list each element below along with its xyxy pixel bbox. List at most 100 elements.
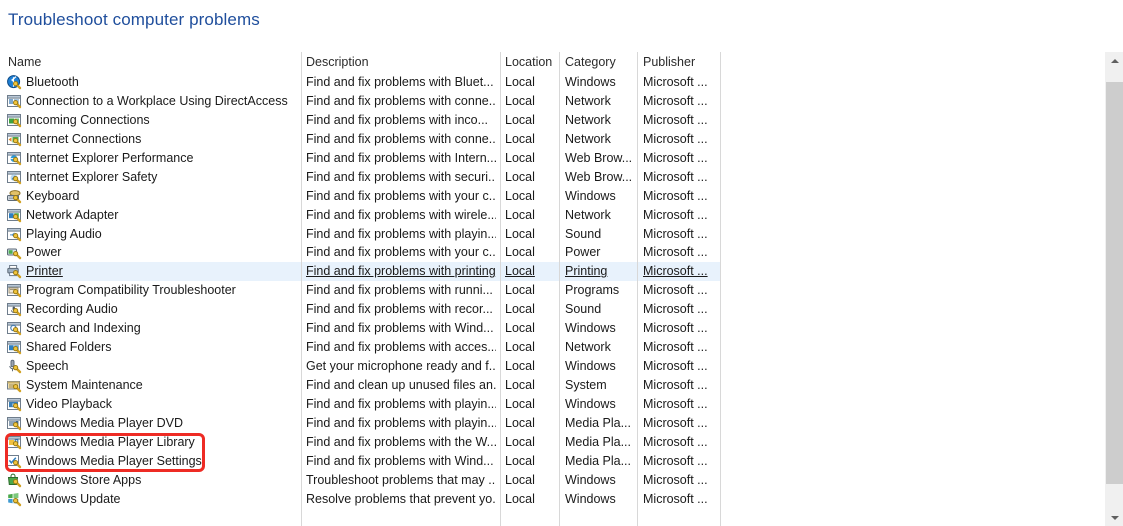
column-header-category[interactable]: Category (565, 55, 616, 69)
cell-publisher: Microsoft ... (643, 264, 708, 279)
table-row[interactable]: Program Compatibility Troubleshooter Find… (0, 281, 721, 300)
cell-description: Find and fix problems with Bluet... (306, 75, 494, 89)
table-row[interactable]: Windows Update Resolve problems that prev… (0, 490, 721, 509)
wmp-library-icon (7, 435, 22, 450)
cell-description: Troubleshoot problems that may ... (306, 472, 496, 487)
page-title: Troubleshoot computer problems (8, 10, 260, 29)
cell-category: Windows (565, 321, 616, 336)
cell-location: Local (505, 302, 535, 317)
cell-name: Speech (26, 359, 69, 374)
table-row[interactable]: Speech Get your microphone ready and f...… (0, 357, 721, 376)
column-header-location[interactable]: Location (505, 55, 552, 69)
cell-location: Local (505, 415, 535, 430)
cell-description: Resolve problems that prevent yo... (306, 491, 496, 506)
troubleshooters-table: Name Description Location Category Publisher… (0, 52, 721, 526)
table-row[interactable]: Video Playback Find and fix problems with… (0, 395, 721, 414)
table-row[interactable]: Internet Explorer Safety Find and fix pro… (0, 168, 721, 187)
cell-name: Internet Explorer Safety (26, 169, 158, 184)
cell-publisher: Microsoft ... (643, 188, 708, 203)
table-body: Bluetooth Find and fix problems with Blue… (0, 73, 721, 526)
cell-category: Windows (565, 359, 616, 374)
table-row[interactable]: Power Find and fix problems with your c..… (0, 243, 721, 262)
cell-location: Local (505, 472, 535, 487)
column-divider-0[interactable] (301, 52, 302, 526)
cell-name: Windows Media Player Settings (26, 453, 202, 468)
table-row[interactable]: Windows Store Apps Troubleshoot problems … (0, 471, 721, 490)
table-row[interactable]: Printer Find and fix problems with printi… (0, 262, 721, 282)
table-row[interactable]: Keyboard Find and fix problems with your … (0, 187, 721, 206)
table-row[interactable]: Connection to a Workplace Using DirectAc… (0, 92, 721, 111)
vertical-scrollbar[interactable] (1105, 52, 1123, 526)
cell-category: Windows (565, 75, 616, 89)
cell-name: Bluetooth (26, 75, 79, 89)
wmp-settings-icon (7, 454, 22, 469)
column-divider-3[interactable] (637, 52, 638, 526)
cell-name: Keyboard (26, 188, 80, 203)
windows-store-apps-icon (7, 473, 22, 488)
cell-description: Find and fix problems with conne... (306, 93, 496, 108)
column-header-description[interactable]: Description (306, 55, 369, 69)
scrollbar-track[interactable] (1106, 69, 1123, 509)
cell-location: Local (505, 207, 535, 222)
scrollbar-thumb[interactable] (1106, 82, 1123, 484)
table-row[interactable]: Shared Folders Find and fix problems with… (0, 338, 721, 357)
program-compatibility-icon (7, 283, 22, 298)
table-row[interactable]: Windows Media Player Library Find and fix… (0, 433, 721, 452)
cell-description: Find and clean up unused files an... (306, 378, 496, 392)
ie-performance-icon (7, 151, 22, 166)
cell-description: Find and fix problems with the W... (306, 434, 496, 449)
cell-name: Shared Folders (26, 340, 112, 355)
shared-folders-icon (7, 340, 22, 355)
table-row[interactable]: Windows Media Player DVD Find and fix pro… (0, 414, 721, 433)
cell-name: Windows Update (26, 491, 121, 506)
table-row[interactable]: Internet Explorer Performance Find and fi… (0, 149, 721, 168)
windows-update-icon (7, 492, 22, 507)
cell-category: Media Pla... (565, 415, 632, 430)
cell-category: Media Pla... (565, 434, 632, 449)
power-icon (7, 245, 22, 260)
cell-description: Find and fix problems with inco... (306, 112, 489, 127)
table-row[interactable]: System Maintenance Find and clean up unus… (0, 376, 721, 395)
scroll-up-button[interactable] (1106, 52, 1123, 69)
scroll-down-button[interactable] (1106, 509, 1123, 526)
cell-category: Network (565, 207, 611, 222)
cell-name: Printer (26, 264, 63, 279)
chevron-down-icon (1110, 515, 1119, 520)
cell-category: Network (565, 112, 611, 127)
table-row[interactable]: Incoming Connections Find and fix problem… (0, 111, 721, 130)
cell-location: Local (505, 112, 535, 127)
cell-name: Recording Audio (26, 302, 118, 317)
cell-category: System (565, 378, 607, 392)
cell-category: Windows (565, 491, 616, 506)
cell-publisher: Microsoft ... (643, 226, 708, 241)
network-adapter-icon (7, 208, 22, 223)
column-header-publisher[interactable]: Publisher (643, 55, 695, 69)
bluetooth-icon (7, 75, 22, 90)
cell-location: Local (505, 226, 535, 241)
cell-description: Find and fix problems with Intern... (306, 150, 496, 165)
wmp-dvd-icon (7, 416, 22, 431)
recording-audio-icon (7, 302, 22, 317)
table-row[interactable]: Internet Connections Find and fix problem… (0, 130, 721, 149)
column-divider-1[interactable] (500, 52, 501, 526)
cell-name: Network Adapter (26, 207, 119, 222)
cell-name: Power (26, 245, 62, 260)
cell-location: Local (505, 434, 535, 449)
cell-name: Video Playback (26, 396, 112, 411)
table-row[interactable]: Network Adapter Find and fix problems wit… (0, 206, 721, 225)
table-row[interactable]: Windows Media Player Settings Find and fi… (0, 452, 721, 471)
column-divider-4[interactable] (720, 52, 721, 526)
internet-connections-icon (7, 132, 22, 147)
cell-description: Find and fix problems with Wind... (306, 321, 494, 336)
table-row[interactable]: Search and Indexing Find and fix problems… (0, 319, 721, 338)
cell-publisher: Microsoft ... (643, 112, 708, 127)
cell-publisher: Microsoft ... (643, 321, 708, 336)
column-header-name[interactable]: Name (8, 55, 41, 69)
table-row[interactable]: Bluetooth Find and fix problems with Blue… (0, 73, 721, 92)
cell-publisher: Microsoft ... (643, 453, 708, 468)
cell-location: Local (505, 245, 535, 260)
table-row[interactable]: Recording Audio Find and fix problems wit… (0, 300, 721, 319)
cell-description: Find and fix problems with playin... (306, 396, 496, 411)
table-row[interactable]: Playing Audio Find and fix problems with … (0, 225, 721, 244)
column-divider-2[interactable] (559, 52, 560, 526)
